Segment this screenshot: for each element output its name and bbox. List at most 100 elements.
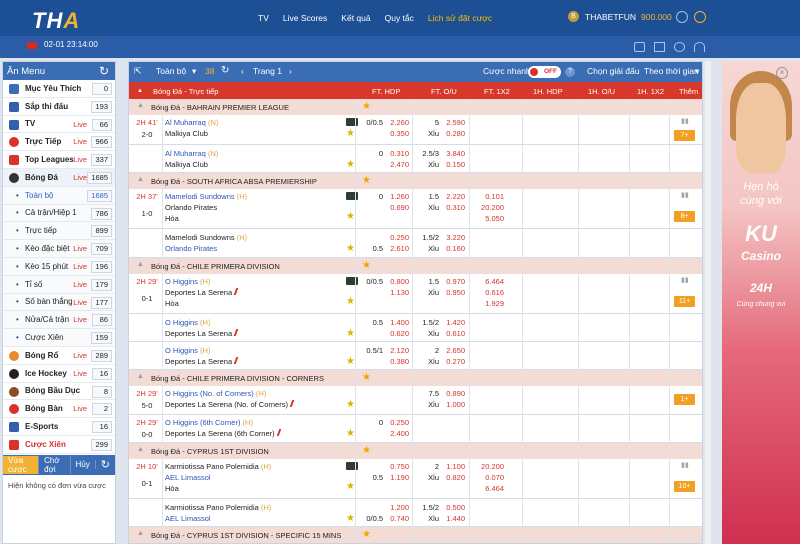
more-bets-button[interactable]: 11+ [674, 296, 695, 307]
dollar-icon[interactable] [676, 11, 688, 23]
odds-cell[interactable]: 0.950 [439, 288, 465, 297]
username[interactable]: THABETFUN [585, 12, 636, 22]
odds-cell[interactable]: 0.350 [383, 129, 409, 138]
odds-cell[interactable]: 2.260 [383, 118, 409, 127]
sidebar-sub-special[interactable]: Kèo đặc biệtLive709 [3, 240, 115, 258]
collapse-all-icon[interactable]: ⇱ [134, 66, 142, 77]
odds-cell[interactable]: 1.130 [383, 288, 409, 297]
stats-icon[interactable]: ▮▮ [681, 461, 689, 469]
odds-cell[interactable]: 0.070 [474, 473, 504, 482]
league-header[interactable]: ▲ Bóng Đá - CHILE PRIMERA DIVISION - CORN… [129, 370, 702, 386]
odds-cell[interactable]: 0.690 [383, 203, 409, 212]
odds-cell[interactable]: 0.620 [383, 329, 409, 338]
filter-all[interactable]: Toàn bộ [156, 66, 186, 76]
sidebar-sub-all[interactable]: Toàn bộ1685 [3, 186, 115, 205]
star-icon[interactable]: ★ [362, 101, 371, 112]
odds-cell[interactable]: 0.270 [439, 357, 465, 366]
sort-chevron-icon[interactable]: ▾ [695, 66, 699, 77]
odds-cell[interactable]: 0.820 [439, 473, 465, 482]
favorite-star-icon[interactable]: ★ [346, 243, 355, 254]
odds-cell[interactable]: 0.380 [383, 357, 409, 366]
sidebar-sub-live[interactable]: Trực tiếp899 [3, 222, 115, 241]
stats-icon[interactable]: ▮▮ [681, 276, 689, 284]
chevron-down-icon[interactable]: ▾ [192, 66, 196, 77]
odds-cell[interactable]: 0.750 [383, 462, 409, 471]
odds-cell[interactable]: 0.610 [439, 329, 465, 338]
tab-cancelled[interactable]: Hủy [71, 460, 96, 470]
odds-cell[interactable]: 2.400 [383, 429, 409, 438]
sidebar-item-top-leagues[interactable]: Top Leagues Live 337 [3, 151, 115, 169]
odds-cell[interactable]: 2.650 [439, 346, 465, 355]
gear-icon[interactable] [674, 42, 685, 52]
collapse-icon[interactable]: ▲ [137, 88, 143, 94]
star-icon[interactable]: ★ [362, 260, 371, 271]
odds-cell[interactable]: 20.200 [474, 203, 504, 212]
odds-cell[interactable]: 0.740 [383, 514, 409, 523]
more-bets-button[interactable]: 10+ [674, 481, 695, 492]
odds-cell[interactable]: 0.101 [474, 192, 504, 201]
odds-cell[interactable]: 2.610 [383, 244, 409, 253]
scrollbar[interactable] [705, 61, 711, 544]
more-bets-button[interactable]: 7+ [674, 130, 695, 141]
league-header[interactable]: ▲ Bóng Đá - CYPRUS 1ST DIVISION - SPECIFI… [129, 527, 702, 543]
next-page-icon[interactable]: › [289, 66, 292, 76]
favorite-star-icon[interactable]: ★ [346, 296, 355, 307]
sidebar-item-american-football[interactable]: Bóng Bầu Dục 8 [3, 383, 115, 401]
refresh-icon[interactable]: ↻ [99, 64, 109, 78]
odds-cell[interactable]: 0.970 [439, 277, 465, 286]
sidebar-sub-full-half[interactable]: Cả trận/Hiệp 1786 [3, 204, 115, 223]
odds-cell[interactable]: 1.400 [383, 318, 409, 327]
sidebar-item-favorites[interactable]: Mục Yêu Thích 0 [3, 80, 115, 98]
odds-cell[interactable]: 2.470 [383, 160, 409, 169]
prev-page-icon[interactable]: ‹ [241, 66, 244, 76]
league-header[interactable]: ▲ Bóng Đá - SOUTH AFRICA ABSA PREMIERSHIP… [129, 173, 702, 189]
nav-results[interactable]: Kết quả [341, 13, 370, 23]
sidebar-item-tv[interactable]: TV Live 66 [3, 116, 115, 134]
odds-cell[interactable]: 0.250 [383, 233, 409, 242]
odds-cell[interactable]: 0.800 [383, 277, 409, 286]
vietnam-flag-icon[interactable] [27, 42, 37, 49]
favorite-star-icon[interactable]: ★ [346, 399, 355, 410]
sidebar-item-table-tennis[interactable]: Bóng Bàn Live 2 [3, 400, 115, 419]
sidebar-sub-goals[interactable]: Số bàn thắngLive177 [3, 293, 115, 312]
odds-cell[interactable]: 0.500 [439, 503, 465, 512]
odds-cell[interactable]: 6.464 [474, 277, 504, 286]
odds-cell[interactable]: 3.220 [439, 233, 465, 242]
help-icon[interactable]: ? [565, 67, 575, 77]
odds-cell[interactable]: 0.160 [439, 244, 465, 253]
sidebar-item-ice-hockey[interactable]: Ice Hockey Live 16 [3, 365, 115, 383]
odds-cell[interactable]: 1.929 [474, 299, 504, 308]
odds-cell[interactable]: 0.150 [439, 160, 465, 169]
nav-bet-history[interactable]: Lịch sử đặt cược [428, 13, 492, 23]
league-header[interactable]: ▲ Bóng Đá - CHILE PRIMERA DIVISION ★ [129, 258, 702, 274]
sidebar-item-basketball[interactable]: Bóng Rổ Live 289 [3, 347, 115, 365]
odds-cell[interactable]: 3.840 [439, 149, 465, 158]
quick-bet-toggle[interactable]: OFF [528, 66, 561, 78]
sidebar-item-upcoming[interactable]: Sắp thi đấu 193 [3, 98, 115, 116]
sidebar-item-live[interactable]: Trực Tiếp Live 966 [3, 133, 115, 152]
favorite-star-icon[interactable]: ★ [346, 356, 355, 367]
tab-recent-bets[interactable]: Vừa cược [3, 455, 40, 474]
24h-icon[interactable] [694, 11, 706, 23]
sidebar-sub-ht-ft[interactable]: Nửa/Cả trậnLive86 [3, 311, 115, 330]
choose-league-button[interactable]: Chọn giải đấu [587, 66, 639, 76]
nav-live-scores[interactable]: Live Scores [283, 13, 327, 23]
odds-cell[interactable]: 0.310 [439, 203, 465, 212]
favorite-star-icon[interactable]: ★ [346, 428, 355, 439]
stats-icon[interactable]: ▮▮ [681, 191, 689, 199]
sidebar-sub-parlay[interactable]: Cược Xiên159 [3, 329, 115, 347]
odds-cell[interactable]: 1.190 [383, 473, 409, 482]
sidebar-sub-15min[interactable]: Kèo 15 phútLive196 [3, 257, 115, 276]
odds-cell[interactable]: 2.120 [383, 346, 409, 355]
star-icon[interactable]: ★ [362, 529, 371, 540]
refresh-odds-icon[interactable]: ↻ [221, 65, 229, 76]
odds-cell[interactable]: 1.100 [439, 462, 465, 471]
nav-tv[interactable]: TV [258, 13, 269, 23]
odds-cell[interactable]: 0.890 [439, 389, 465, 398]
odds-cell[interactable]: 2.590 [439, 118, 465, 127]
site-logo[interactable]: THA [32, 8, 80, 34]
odds-cell[interactable]: 0.280 [439, 129, 465, 138]
stats-icon[interactable] [654, 42, 665, 52]
more-bets-button[interactable]: 1+ [674, 394, 695, 405]
sidebar-item-football[interactable]: Bóng Đá Live 1685 [3, 168, 115, 187]
